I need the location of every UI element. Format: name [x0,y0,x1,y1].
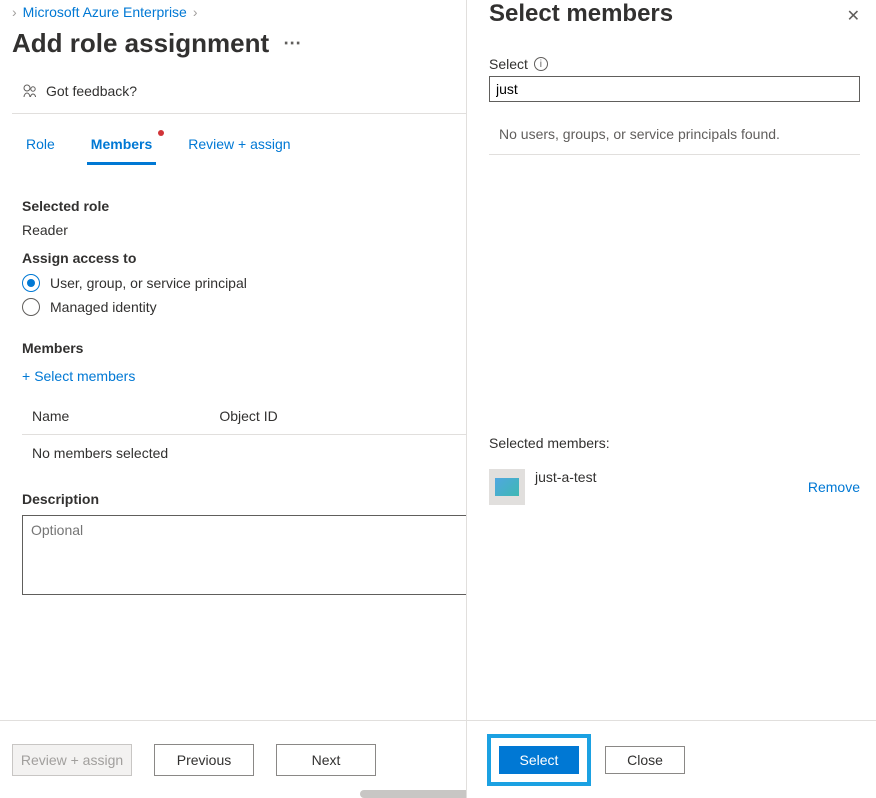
previous-button[interactable]: Previous [154,744,254,776]
selected-members-label: Selected members: [489,435,860,451]
select-field-label: Select [489,56,528,72]
chevron-right-icon: › [12,4,17,20]
select-search-input[interactable] [489,76,860,102]
select-members-panel: Select members ✕ Select i No users, grou… [466,0,876,798]
flyout-footer: Select Close [467,720,876,798]
tab-role[interactable]: Role [22,130,59,165]
select-button-highlight: Select [487,734,591,786]
next-button[interactable]: Next [276,744,376,776]
plus-icon: + [22,368,30,384]
more-menu-icon[interactable]: ⋯ [283,33,302,54]
select-members-link[interactable]: + Select members [22,368,135,384]
radio-managed-identity[interactable] [22,298,40,316]
feedback-icon [22,83,38,99]
remove-member-link[interactable]: Remove [808,479,860,495]
select-button[interactable]: Select [499,746,579,774]
close-icon[interactable]: ✕ [847,6,860,26]
member-thumbnail-icon [489,469,525,505]
horizontal-scrollbar[interactable] [360,790,470,798]
close-button[interactable]: Close [605,746,685,774]
tab-members[interactable]: Members [87,130,156,165]
breadcrumb-link[interactable]: Microsoft Azure Enterprise [23,4,187,20]
search-results-empty: No users, groups, or service principals … [489,102,860,155]
radio-user-label: User, group, or service principal [50,275,247,291]
info-icon[interactable]: i [534,57,548,71]
radio-user-group-sp[interactable] [22,274,40,292]
validation-dot-icon [158,130,164,136]
review-assign-button[interactable]: Review + assign [12,744,132,776]
col-name: Name [32,408,69,424]
member-name: just-a-test [535,469,798,485]
flyout-title: Select members [489,0,673,28]
feedback-label: Got feedback? [46,83,137,99]
selected-member-row: just-a-test Remove [489,463,860,511]
tab-review-assign[interactable]: Review + assign [184,130,294,165]
radio-managed-label: Managed identity [50,299,157,315]
chevron-right-icon: › [193,4,198,20]
description-input[interactable] [22,515,472,595]
col-objectid: Object ID [219,408,277,424]
